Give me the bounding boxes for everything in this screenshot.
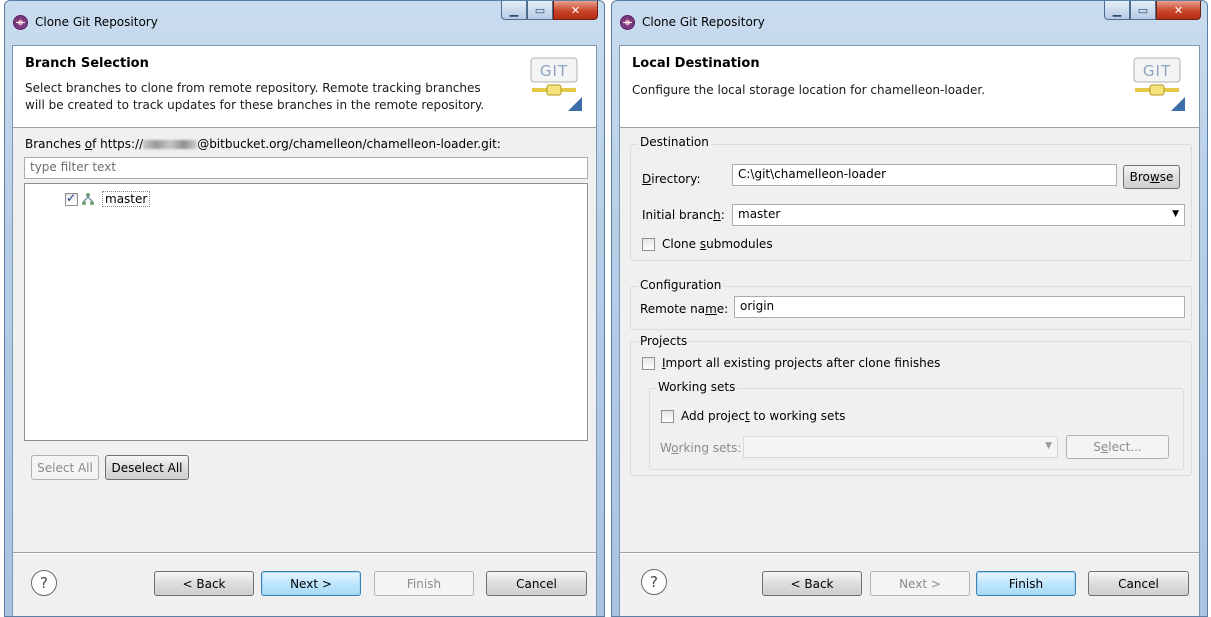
window-controls: ▁ ▭ ✕ [1104,1,1201,20]
window-controls: ▁ ▭ ✕ [501,1,598,20]
help-icon[interactable]: ? [31,570,57,596]
maximize-button[interactable]: ▭ [527,1,553,20]
git-logo-text: GIT [540,62,568,80]
page-description: Select branches to clone from remote rep… [25,80,505,114]
back-label: < Back [182,576,226,591]
next-button[interactable]: Next > [870,571,970,596]
finish-button[interactable]: Finish [976,571,1076,596]
page-title: Branch Selection [25,56,149,71]
configuration-group-label: Configuration [638,278,724,292]
branches-tree[interactable]: master [24,183,588,441]
remote-name-label: Remote name: [640,302,729,316]
maximize-button[interactable]: ▭ [1130,1,1156,20]
select-all-label: Select All [37,460,93,475]
clone-submodules-checkbox[interactable] [642,238,655,251]
page-title: Local Destination [632,56,760,71]
next-button[interactable]: Next > [261,571,361,596]
window-title: Clone Git Repository [642,15,765,29]
description-line: Select branches to clone from remote rep… [25,81,481,95]
chevron-down-icon: ▼ [1045,441,1052,451]
initial-branch-label: Initial branch: [642,208,725,222]
title-bar[interactable]: Clone Git Repository ▁ ▭ ✕ [612,1,1207,45]
destination-group-label: Destination [638,135,711,149]
button-bar-separator [620,552,1199,554]
back-label: < Back [790,576,834,591]
help-icon[interactable]: ? [641,569,667,595]
dialog-client-area: Local Destination Configure the local st… [619,45,1200,616]
branch-icon [82,193,94,205]
select-working-sets-label: Select... [1093,440,1142,454]
eclipse-icon [620,15,635,30]
clone-local-destination-window: Clone Git Repository ▁ ▭ ✕ Local Destina… [611,0,1208,617]
cancel-label: Cancel [516,576,557,591]
directory-input[interactable]: C:\git\chamelleon-loader [732,164,1117,186]
cancel-label: Cancel [1118,576,1159,591]
import-projects-label: Import all existing projects after clone… [662,356,941,370]
chevron-down-icon: ▼ [1172,209,1179,219]
cancel-button[interactable]: Cancel [1088,571,1189,596]
add-to-working-sets-label: Add project to working sets [681,409,846,423]
description-line: will be created to track updates for the… [25,98,485,112]
button-bar-separator [13,552,596,554]
title-bar[interactable]: Clone Git Repository ▁ ▭ ✕ [5,1,604,45]
wizard-header: Branch Selection Select branches to clon… [13,46,596,128]
git-logo-icon: GIT [530,57,582,111]
git-logo-icon: GIT [1133,57,1185,111]
select-working-sets-button[interactable]: Select... [1066,435,1169,459]
close-button[interactable]: ✕ [553,1,598,20]
page-description: Configure the local storage location for… [632,83,986,97]
wizard-header: Local Destination Configure the local st… [620,46,1199,128]
next-label: Next > [290,576,332,591]
browse-button[interactable]: Browse [1123,165,1180,189]
git-logo-text: GIT [1143,62,1171,80]
finish-label: Finish [1008,576,1044,591]
finish-button[interactable]: Finish [374,571,474,596]
dialog-client-area: Branch Selection Select branches to clon… [12,45,597,616]
cancel-button[interactable]: Cancel [486,571,587,596]
finish-label: Finish [406,576,442,591]
browse-label: Browse [1129,170,1174,184]
add-to-working-sets-checkbox[interactable] [661,410,674,423]
deselect-all-label: Deselect All [111,460,183,475]
projects-group-label: Projects [638,334,690,348]
branch-item[interactable]: master [65,190,151,208]
deselect-all-button[interactable]: Deselect All [105,455,189,480]
minimize-button[interactable]: ▁ [1104,1,1130,20]
working-sets-select[interactable]: ▼ [743,436,1058,458]
initial-branch-value: master [738,207,781,221]
eclipse-icon [13,15,28,30]
branch-checkbox[interactable] [65,191,78,206]
initial-branch-select[interactable]: master ▼ [732,204,1185,226]
back-button[interactable]: < Back [154,571,254,596]
close-button[interactable]: ✕ [1156,1,1201,20]
clone-submodules-label: Clone submodules [662,237,773,251]
import-projects-checkbox[interactable] [642,357,655,370]
minimize-button[interactable]: ▁ [501,1,527,20]
branch-name: master [102,191,151,207]
next-label: Next > [899,576,941,591]
filter-input[interactable]: type filter text [24,157,588,179]
remote-name-input[interactable]: origin [734,296,1185,318]
back-button[interactable]: < Back [762,571,862,596]
clone-branch-selection-window: Clone Git Repository ▁ ▭ ✕ Branch Select… [4,0,605,617]
redacted-username [143,140,198,149]
directory-label: Directory: [642,172,701,186]
select-all-button[interactable]: Select All [31,455,99,480]
working-sets-group-label: Working sets [656,380,738,394]
branches-label: Branches of https://@bitbucket.org/chame… [25,137,501,151]
window-title: Clone Git Repository [35,15,158,29]
working-sets-field-label: Working sets: [660,441,742,455]
